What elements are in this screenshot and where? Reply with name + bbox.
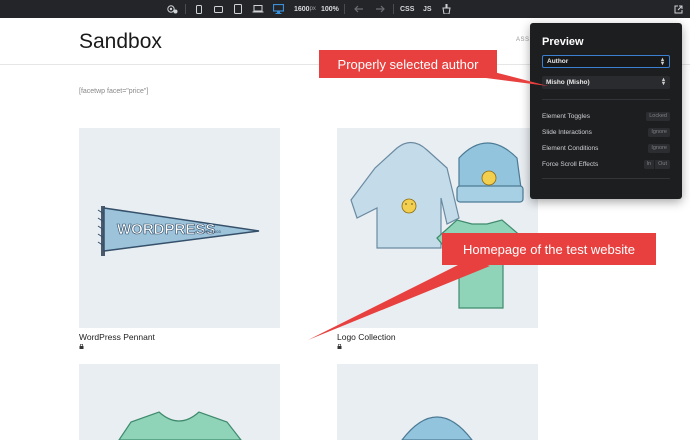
author-callout: Properly selected author xyxy=(319,50,497,78)
homepage-arrow xyxy=(308,259,490,340)
homepage-callout: Homepage of the test website xyxy=(442,233,656,265)
